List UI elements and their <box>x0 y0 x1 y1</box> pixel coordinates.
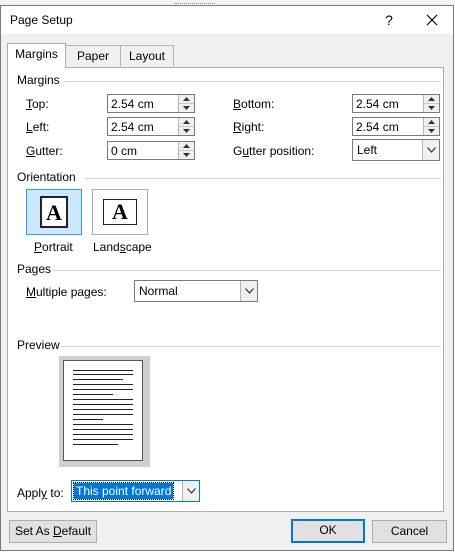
spin-up-icon[interactable] <box>424 95 439 104</box>
preview-text-line <box>73 379 123 380</box>
preview-text-line <box>73 424 133 425</box>
gutter-label: Gutter: <box>26 144 63 158</box>
tab-paper[interactable]: Paper <box>65 45 121 66</box>
top-margin-value[interactable]: 2.54 cm <box>111 97 154 111</box>
gutter-value[interactable]: 0 cm <box>111 144 137 158</box>
left-label: Left: <box>26 120 50 134</box>
tab-layout[interactable]: Layout <box>120 45 174 66</box>
top-label: Top: <box>26 97 49 111</box>
preview-text-line <box>73 409 133 410</box>
preview-text-line <box>73 419 103 420</box>
preview-text-line <box>73 404 133 405</box>
top-margin-spinner[interactable]: 2.54 cm <box>107 94 195 113</box>
cancel-button[interactable]: Cancel <box>372 520 447 543</box>
chevron-down-icon[interactable] <box>182 481 199 501</box>
spin-down-icon[interactable] <box>179 127 194 135</box>
portrait-page-icon: A <box>40 196 68 228</box>
apply-to-value[interactable]: This point forward <box>72 482 175 500</box>
chevron-down-icon[interactable] <box>240 281 257 301</box>
spin-up-icon[interactable] <box>179 142 194 151</box>
title-bar: Page Setup ? <box>1 6 453 34</box>
top-spin-arrows[interactable] <box>178 95 194 112</box>
preview-page <box>63 360 143 461</box>
margins-heading: Margins <box>17 73 60 87</box>
set-as-default-button[interactable]: Set As Default <box>9 520 97 543</box>
chevron-down-icon[interactable] <box>422 140 439 160</box>
landscape-option[interactable]: A <box>92 189 148 235</box>
right-margin-spinner[interactable]: 2.54 cm <box>352 117 440 136</box>
preview-heading: Preview <box>17 338 60 352</box>
gutter-spin-arrows[interactable] <box>178 142 194 159</box>
dialog-title: Page Setup <box>10 13 73 27</box>
preview-text-line <box>73 370 133 371</box>
pages-heading: Pages <box>17 262 52 276</box>
spin-up-icon[interactable] <box>424 118 439 127</box>
close-button[interactable] <box>421 9 443 31</box>
preview-text-line <box>73 394 113 395</box>
preview-text-line <box>73 374 133 375</box>
spin-down-icon[interactable] <box>179 104 194 112</box>
left-margin-value[interactable]: 2.54 cm <box>111 120 154 134</box>
spin-up-icon[interactable] <box>179 118 194 127</box>
bottom-margin-spinner[interactable]: 2.54 cm <box>352 94 440 113</box>
tab-margins[interactable]: Margins <box>7 43 66 68</box>
orientation-divider <box>85 178 441 179</box>
portrait-label[interactable]: Portrait <box>34 240 73 254</box>
apply-to-label: Apply to: <box>17 486 64 500</box>
help-button[interactable]: ? <box>379 10 399 30</box>
spin-down-icon[interactable] <box>424 104 439 112</box>
preview-text-line <box>73 414 133 415</box>
gutter-position-value[interactable]: Left <box>357 143 377 157</box>
ruler-mark <box>175 0 215 4</box>
landscape-label[interactable]: Landscape <box>93 240 152 254</box>
preview-text-line <box>73 384 133 385</box>
right-margin-value[interactable]: 2.54 cm <box>356 120 399 134</box>
close-icon <box>426 14 438 26</box>
preview-text-line <box>73 444 118 445</box>
margins-divider <box>65 81 441 82</box>
ok-button[interactable]: OK <box>291 519 365 543</box>
landscape-page-icon: A <box>103 199 137 225</box>
preview-text-line <box>73 429 133 430</box>
preview-text-line <box>73 389 133 390</box>
page-setup-dialog: Page Setup ? Margins Paper Layout Margin… <box>0 5 454 551</box>
bottom-spin-arrows[interactable] <box>423 95 439 112</box>
multiple-pages-label: Multiple pages: <box>26 285 107 299</box>
page-preview <box>59 356 150 467</box>
right-spin-arrows[interactable] <box>423 118 439 135</box>
pages-divider <box>53 270 441 271</box>
left-spin-arrows[interactable] <box>178 118 194 135</box>
left-margin-spinner[interactable]: 2.54 cm <box>107 117 195 136</box>
bottom-margin-value[interactable]: 2.54 cm <box>356 97 399 111</box>
multiple-pages-select[interactable]: Normal <box>134 280 258 302</box>
gutter-position-label: Gutter position: <box>233 144 315 158</box>
bottom-label: Bottom: <box>233 97 275 111</box>
spin-up-icon[interactable] <box>179 95 194 104</box>
right-label: Right: <box>233 120 265 134</box>
apply-to-select[interactable]: This point forward <box>71 480 200 502</box>
multiple-pages-value[interactable]: Normal <box>139 284 178 298</box>
preview-text-line <box>73 434 133 435</box>
portrait-option[interactable]: A <box>26 189 82 235</box>
preview-divider <box>61 346 441 347</box>
gutter-spinner[interactable]: 0 cm <box>107 141 195 160</box>
orientation-heading: Orientation <box>17 170 76 184</box>
preview-text-line <box>73 439 133 440</box>
preview-text-line <box>73 399 133 400</box>
spin-down-icon[interactable] <box>179 151 194 159</box>
gutter-position-select[interactable]: Left <box>352 139 440 161</box>
spin-down-icon[interactable] <box>424 127 439 135</box>
